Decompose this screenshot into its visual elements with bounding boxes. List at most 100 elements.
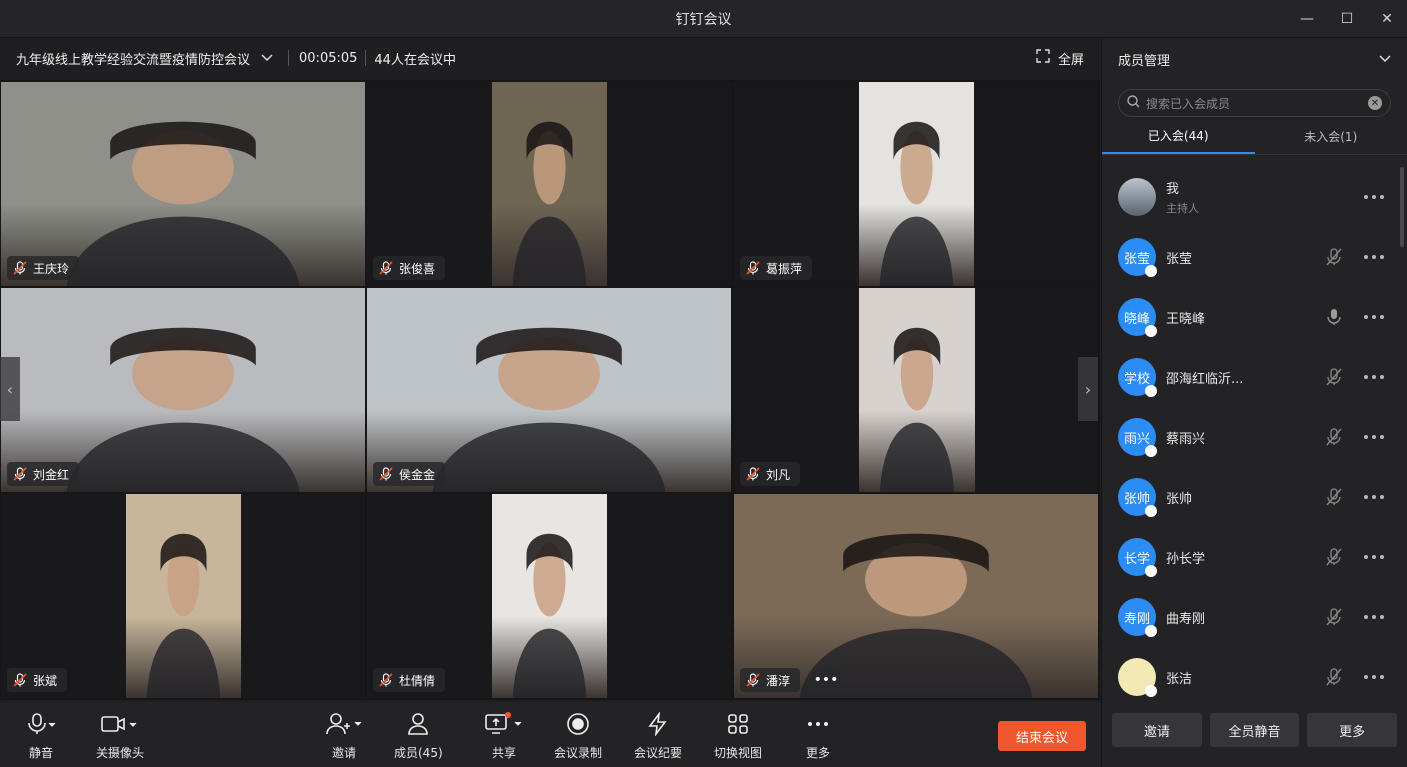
member-item[interactable]: 张莹 张莹 (1102, 227, 1398, 287)
participant-video (859, 288, 975, 492)
video-tile[interactable]: 刘金红 (1, 288, 365, 492)
fullscreen-button[interactable]: 全屏 (1036, 39, 1084, 77)
search-icon (1127, 95, 1140, 111)
mic-muted-icon[interactable] (1324, 367, 1344, 387)
meeting-title[interactable]: 九年级线上教学经验交流暨疫情防控会议 (16, 49, 250, 68)
participant-nametag: 刘凡 (740, 462, 801, 486)
minutes-button[interactable]: 会议纪要 (634, 710, 682, 761)
invite-button[interactable]: 邀请 (324, 712, 364, 761)
mic-muted-icon[interactable] (1324, 487, 1344, 507)
avatar: 学校 (1118, 358, 1157, 397)
share-button[interactable]: 共享 (484, 711, 524, 761)
video-tile[interactable]: 王庆玲 (1, 82, 365, 286)
more-dots-icon[interactable] (1362, 307, 1386, 327)
member-panel: 成员管理 搜索已入会成员 ✕ 已入会(44) 未入会(1) 我主持人 张莹 张莹 晓峰… (1101, 39, 1407, 767)
fullscreen-icon (1036, 49, 1050, 67)
more-dots-icon[interactable] (1362, 247, 1386, 267)
avatar-text: 晓峰 (1123, 311, 1150, 327)
video-tile[interactable]: 潘淳 ••• (734, 494, 1098, 698)
member-list-scrollbar[interactable] (1400, 167, 1404, 247)
chevron-down-icon[interactable] (260, 51, 274, 65)
divider (288, 50, 290, 66)
member-info: 曲寿刚 (1156, 608, 1205, 627)
device-badge-icon (1145, 445, 1157, 457)
participant-count: 44人在会议中 (374, 52, 456, 68)
mic-muted-icon (13, 673, 27, 687)
next-page-arrow[interactable]: › (1078, 357, 1098, 421)
close-button[interactable]: ✕ (1367, 0, 1407, 38)
more-dots-icon[interactable] (1362, 427, 1386, 447)
panel-footer: 邀请 全员静音 更多 (1112, 713, 1398, 747)
tab-joined[interactable]: 已入会(44) (1102, 119, 1255, 154)
more-dots-icon[interactable] (1362, 607, 1386, 627)
member-name: 我 (1166, 182, 1180, 197)
member-item[interactable]: 张帅 张帅 (1102, 467, 1398, 527)
maximize-button[interactable]: ☐ (1327, 0, 1367, 38)
avatar-text: 学校 (1123, 371, 1150, 387)
member-item[interactable]: 雨兴 蔡雨兴 (1102, 407, 1398, 467)
video-tile[interactable]: 张斌 (1, 494, 365, 698)
record-button[interactable]: 会议录制 (554, 712, 602, 761)
panel-title: 成员管理 (1118, 53, 1171, 69)
avatar: 长学 (1118, 538, 1157, 577)
search-input[interactable]: 搜索已入会成员 (1146, 95, 1230, 112)
member-name: 张莹 (1166, 251, 1193, 267)
switch-view-button[interactable]: 切换视图 (714, 712, 762, 761)
member-item[interactable]: 寿刚 曲寿刚 (1102, 587, 1398, 647)
chevron-down-icon[interactable] (1379, 52, 1391, 67)
member-search[interactable]: 搜索已入会成员 ✕ (1118, 89, 1391, 117)
mute-button[interactable]: 静音 (26, 712, 56, 761)
member-name: 张洁 (1166, 671, 1193, 687)
chevron-right-icon: › (1084, 379, 1092, 399)
avatar: 雨兴 (1118, 418, 1157, 457)
video-tile[interactable]: 侯金金 (367, 288, 731, 492)
share-screen-icon (484, 711, 524, 739)
device-badge-icon (1145, 565, 1157, 577)
member-info: 张莹 (1156, 248, 1192, 267)
member-item[interactable]: 学校 邵海红临沂... (1102, 347, 1398, 407)
video-tile[interactable]: 张俊喜 (367, 82, 731, 286)
more-dots-icon[interactable] (1362, 667, 1386, 687)
end-meeting-button[interactable]: 结束会议 (998, 721, 1086, 751)
participant-video (492, 494, 607, 698)
member-role: 主持人 (1166, 202, 1199, 215)
video-tile[interactable]: 葛振萍 (734, 82, 1098, 286)
avatar-text: 长学 (1123, 551, 1150, 567)
participant-name: 张斌 (33, 673, 58, 688)
tab-not-joined[interactable]: 未入会(1) (1255, 119, 1407, 154)
member-item[interactable]: 晓峰 王晓峰 (1102, 287, 1398, 347)
video-tile[interactable]: 杜倩倩 (367, 494, 731, 698)
video-tile[interactable]: 刘凡 (734, 288, 1098, 492)
more-label: 更多 (806, 746, 831, 760)
more-dots-icon[interactable] (1362, 487, 1386, 507)
mic-muted-icon[interactable] (1324, 667, 1344, 687)
meeting-info-bar: 九年级线上教学经验交流暨疫情防控会议 00:05:05 44人在会议中 全屏 (0, 39, 1100, 77)
mic-muted-icon[interactable] (1324, 427, 1344, 447)
panel-more-button[interactable]: 更多 (1307, 713, 1398, 747)
members-button[interactable]: 成员(45) (394, 712, 443, 761)
member-item[interactable]: 长学 孙长学 (1102, 527, 1398, 587)
member-name: 王晓峰 (1166, 311, 1206, 327)
lightning-icon (646, 710, 670, 739)
clear-icon[interactable]: ✕ (1368, 96, 1382, 110)
more-dots-icon[interactable] (1362, 367, 1386, 387)
prev-page-arrow[interactable]: ‹ (0, 357, 20, 421)
mic-muted-icon[interactable] (1324, 247, 1344, 267)
add-user-icon (324, 712, 364, 739)
more-dots-icon[interactable] (1362, 547, 1386, 567)
tile-more-button[interactable]: ••• (812, 668, 840, 692)
minimize-button[interactable]: — (1287, 0, 1327, 38)
invite-member-button[interactable]: 邀请 (1112, 713, 1202, 747)
avatar-text: 寿刚 (1123, 611, 1150, 627)
more-dots-icon[interactable] (1362, 187, 1386, 207)
member-item[interactable]: 我主持人 (1102, 167, 1398, 227)
mute-all-button[interactable]: 全员静音 (1209, 713, 1300, 747)
mic-muted-icon[interactable] (1324, 607, 1344, 627)
member-info: 张洁 (1156, 668, 1192, 687)
camera-button[interactable]: 关摄像头 (96, 712, 144, 761)
member-item[interactable]: 张洁 (1102, 647, 1398, 697)
microphone-icon[interactable] (1324, 307, 1344, 327)
avatar: 张莹 (1118, 238, 1157, 277)
mic-muted-icon[interactable] (1324, 547, 1344, 567)
more-button[interactable]: 更多 (806, 712, 830, 761)
